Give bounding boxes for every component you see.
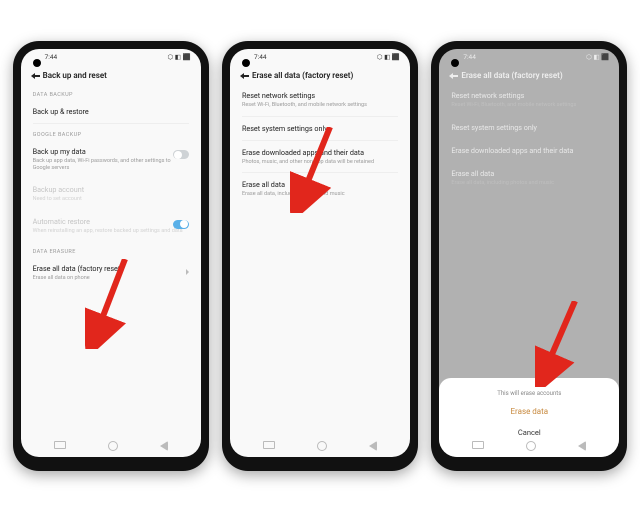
nav-home-icon[interactable] [526, 441, 536, 451]
item-erase-all-data-label: Erase all data [451, 169, 607, 178]
nav-recents-icon[interactable] [54, 441, 66, 449]
item-reset-system-only-label: Reset system settings only [451, 123, 607, 132]
item-erase-all-data-sub: Erase all data on phone [33, 275, 189, 282]
cancel-button[interactable]: Cancel [449, 428, 609, 437]
item-erase-all-data-label: Erase all data [242, 180, 398, 189]
section-google-backup: GOOGLE BACKUP [21, 124, 201, 140]
page-header: Erase all data (factory reset) [439, 63, 619, 84]
camera-punch-hole [242, 59, 250, 67]
phone-2: 7:44 ⬡ ◧ ⬛ Erase all data (factory reset… [222, 41, 418, 471]
item-erase-apps-label: Erase downloaded apps and their data [242, 148, 398, 157]
sheet-message: This will erase accounts [449, 390, 609, 397]
item-reset-system-only: Reset system settings only [439, 116, 619, 139]
page-title: Erase all data (factory reset) [252, 71, 353, 80]
item-reset-network-sub: Reset Wi-Fi, Bluetooth, and mobile netwo… [451, 102, 607, 109]
system-nav-bar [230, 439, 410, 453]
screen-2: 7:44 ⬡ ◧ ⬛ Erase all data (factory reset… [230, 49, 410, 457]
item-backup-account-label: Backup account [33, 185, 189, 194]
item-erase-apps-label: Erase downloaded apps and their data [451, 146, 607, 155]
nav-back-icon[interactable] [369, 441, 377, 451]
item-erase-all-data-label: Erase all data (factory reset) [33, 264, 189, 273]
item-reset-system-only[interactable]: Reset system settings only [230, 117, 410, 140]
nav-back-icon[interactable] [160, 441, 168, 451]
item-reset-network-label: Reset network settings [451, 91, 607, 100]
item-erase-all-data[interactable]: Erase all data (factory reset) Erase all… [21, 257, 201, 289]
item-erase-all-data: Erase all data Erase all data, including… [439, 162, 619, 194]
back-icon[interactable] [31, 73, 35, 79]
page-header: Erase all data (factory reset) [230, 63, 410, 84]
item-automatic-restore-sub: When reinstalling an app, restore backed… [33, 228, 189, 235]
screen-1: 7:44 ⬡ ◧ ⬛ Back up and reset DATA BACKUP… [21, 49, 201, 457]
nav-recents-icon[interactable] [472, 441, 484, 449]
section-data-erasure: DATA ERASURE [21, 241, 201, 257]
camera-punch-hole [33, 59, 41, 67]
status-bar: 7:44 ⬡ ◧ ⬛ [21, 49, 201, 63]
status-time: 7:44 [463, 53, 476, 61]
item-reset-network-label: Reset network settings [242, 91, 398, 100]
status-icons: ⬡ ◧ ⬛ [168, 53, 191, 61]
back-icon[interactable] [449, 73, 453, 79]
system-nav-bar [21, 439, 201, 453]
item-erase-all-data-sub: Erase all data, including photos and mus… [242, 191, 398, 198]
page-title: Back up and reset [43, 71, 107, 80]
item-backup-my-data-label: Back up my data [33, 147, 189, 156]
chevron-right-icon [186, 269, 189, 275]
page-header: Back up and reset [21, 63, 201, 84]
page-title: Erase all data (factory reset) [461, 71, 562, 80]
toggle-automatic-restore[interactable] [173, 220, 189, 229]
phone-3: 7:44 ⬡ ◧ ⬛ Erase all data (factory reset… [431, 41, 627, 471]
back-icon[interactable] [240, 73, 244, 79]
item-automatic-restore[interactable]: Automatic restore When reinstalling an a… [21, 210, 201, 242]
toggle-backup-my-data[interactable] [173, 150, 189, 159]
item-erase-all-data-sub: Erase all data, including photos and mus… [451, 180, 607, 187]
item-backup-my-data[interactable]: Back up my data Back up app data, Wi-Fi … [21, 140, 201, 178]
nav-home-icon[interactable] [317, 441, 327, 451]
nav-home-icon[interactable] [108, 441, 118, 451]
nav-back-icon[interactable] [578, 441, 586, 451]
status-bar: 7:44 ⬡ ◧ ⬛ [230, 49, 410, 63]
item-backup-restore-label: Back up & restore [33, 107, 189, 116]
status-time: 7:44 [254, 53, 267, 61]
system-nav-bar [439, 439, 619, 453]
item-backup-account-sub: Need to set account [33, 196, 189, 203]
item-erase-apps[interactable]: Erase downloaded apps and their data Pho… [230, 141, 410, 173]
item-automatic-restore-label: Automatic restore [33, 217, 189, 226]
item-backup-account[interactable]: Backup account Need to set account [21, 178, 201, 210]
item-backup-restore[interactable]: Back up & restore [21, 100, 201, 123]
status-time: 7:44 [45, 53, 58, 61]
status-bar: 7:44 ⬡ ◧ ⬛ [439, 49, 619, 63]
item-reset-system-only-label: Reset system settings only [242, 124, 398, 133]
item-reset-network[interactable]: Reset network settings Reset Wi-Fi, Blue… [230, 84, 410, 116]
item-reset-network-sub: Reset Wi-Fi, Bluetooth, and mobile netwo… [242, 102, 398, 109]
nav-recents-icon[interactable] [263, 441, 275, 449]
item-erase-all-data[interactable]: Erase all data Erase all data, including… [230, 173, 410, 205]
item-reset-network: Reset network settings Reset Wi-Fi, Blue… [439, 84, 619, 116]
screen-3: 7:44 ⬡ ◧ ⬛ Erase all data (factory reset… [439, 49, 619, 457]
item-backup-my-data-sub: Back up app data, Wi-Fi passwords, and o… [33, 158, 189, 171]
item-erase-apps-sub: Photos, music, and other non-app data wi… [242, 159, 398, 166]
item-erase-apps: Erase downloaded apps and their data [439, 139, 619, 162]
section-data-backup: DATA BACKUP [21, 84, 201, 100]
status-icons: ⬡ ◧ ⬛ [586, 53, 609, 61]
erase-data-button[interactable]: Erase data [449, 407, 609, 416]
phone-1: 7:44 ⬡ ◧ ⬛ Back up and reset DATA BACKUP… [13, 41, 209, 471]
status-icons: ⬡ ◧ ⬛ [377, 53, 400, 61]
